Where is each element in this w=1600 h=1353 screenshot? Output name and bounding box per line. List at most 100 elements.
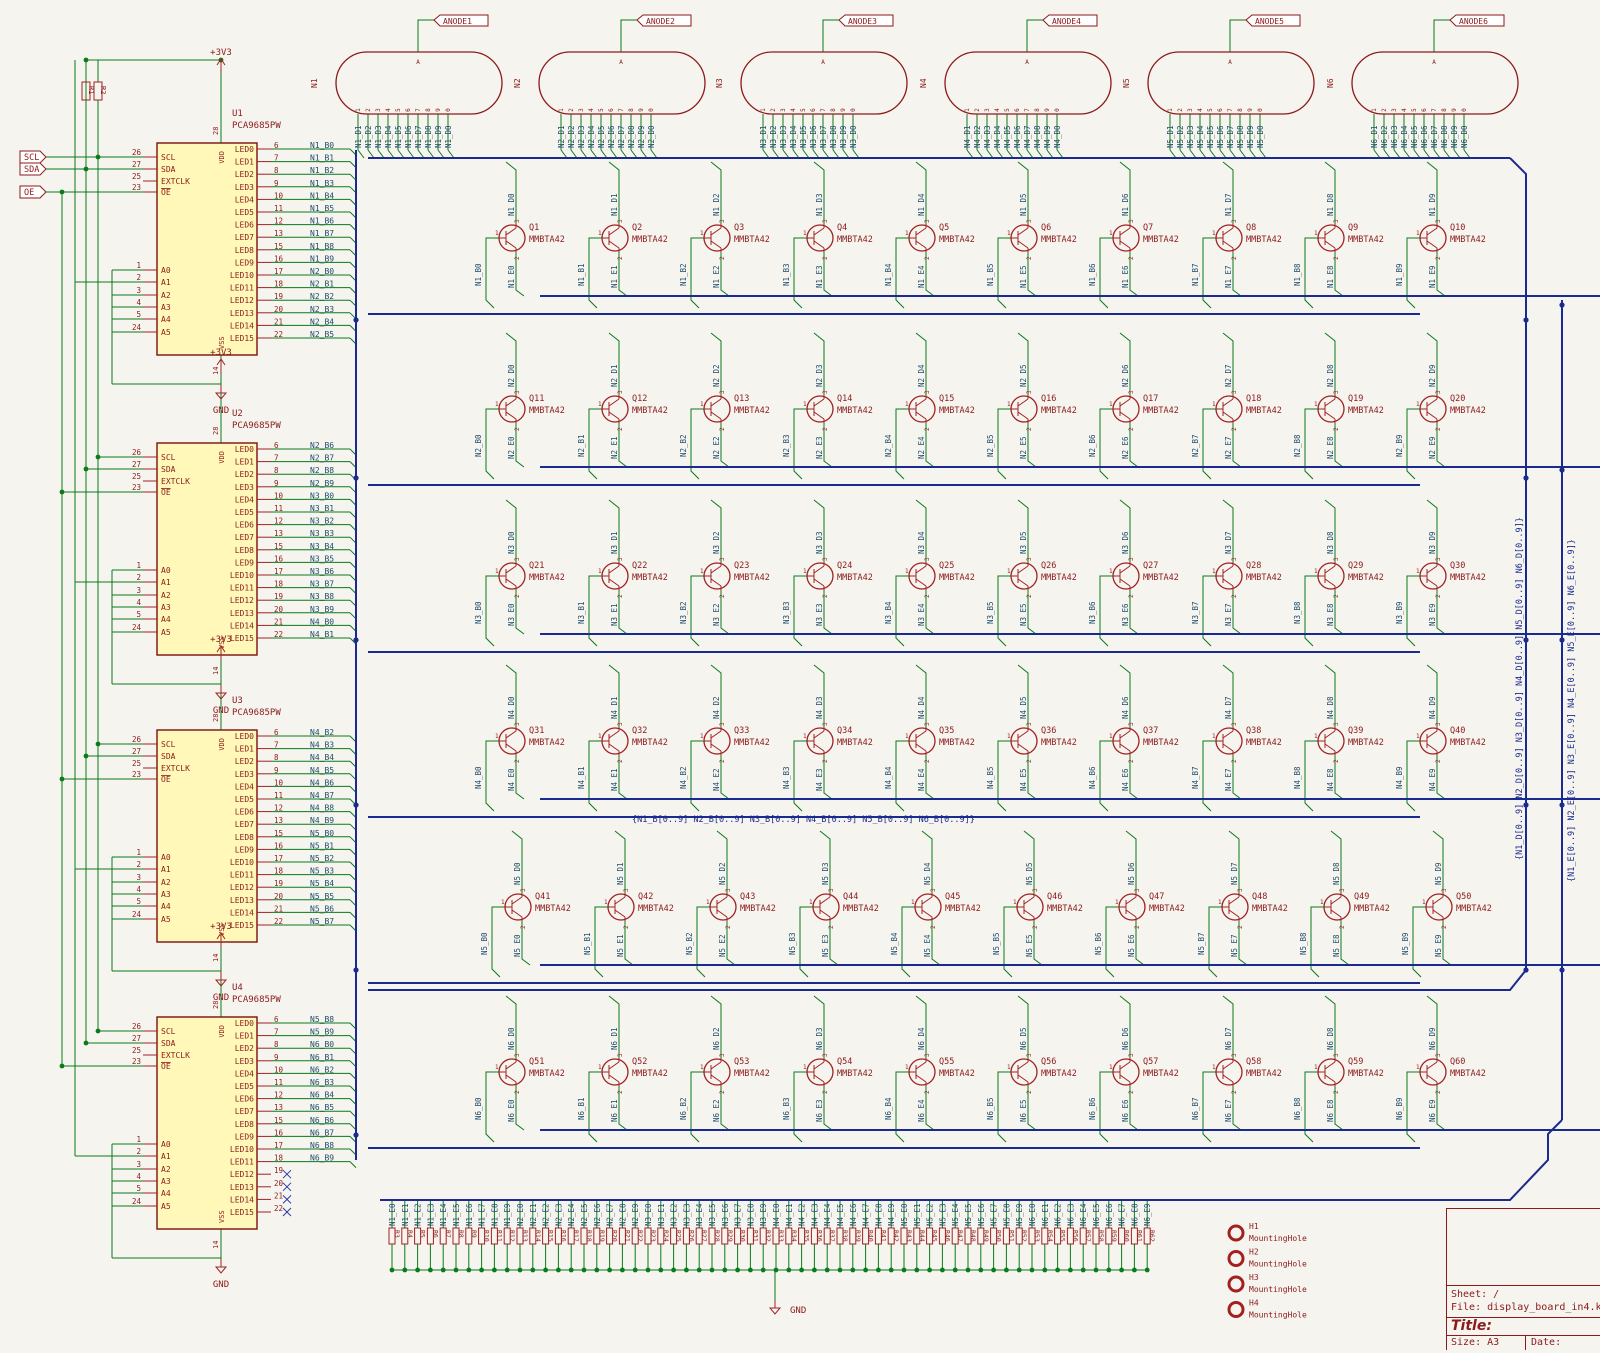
pin-num: 1 [803, 733, 807, 740]
anode-label: ANODE6 [1459, 17, 1488, 26]
base-wire [997, 408, 1012, 480]
transistor-ref: Q25 [939, 561, 954, 571]
transistor-collector [505, 565, 517, 574]
base-net-label: N1_B5 [986, 263, 995, 286]
emitter-net-label: N6_E0 [507, 1099, 516, 1122]
pin-num: 2 [1435, 427, 1442, 431]
transistor-emitter [813, 411, 825, 420]
bus-entry [357, 149, 365, 159]
base-wire [799, 906, 814, 978]
pin-num: 12 [274, 217, 283, 226]
mounting-hole-icon [1227, 1250, 1245, 1267]
transistor-collector [1330, 896, 1342, 905]
transistor-ref: Q54 [837, 1057, 852, 1067]
base-wire [588, 575, 603, 647]
transistor-value: MMBTA42 [529, 1069, 565, 1079]
base-wire [997, 575, 1012, 647]
transistor-ref: Q60 [1450, 1057, 1465, 1067]
collector-net-label: N5_D8 [1332, 862, 1341, 885]
pin-num: 3 [725, 888, 732, 892]
mounting-hole-ref: H2 [1249, 1248, 1259, 1257]
pin-name: LED13 [230, 309, 254, 318]
tube-anode-pin: A [416, 59, 420, 66]
base-net-label: N3_B7 [1191, 601, 1200, 624]
tube-pin-num: 6 [1014, 108, 1021, 112]
collector-net-label: N1_D5 [1019, 193, 1028, 216]
pin-num: 2 [136, 273, 141, 282]
pin-num: 3 [617, 390, 624, 394]
pin-name: LED8 [235, 833, 254, 842]
emitter-net-label: N3_E0 [644, 1203, 653, 1226]
pin-num: 1 [809, 899, 813, 906]
collector-net-label: N2_D0 [507, 364, 516, 387]
transistor-ref: Q23 [734, 561, 749, 571]
emitter-net-label: N5_E6 [977, 1203, 986, 1226]
led-net-label: N5_B1 [310, 841, 334, 850]
tube-pin-num: 6 [608, 108, 615, 112]
pin-num: 20 [274, 1179, 284, 1188]
resistor-ref: R42 [892, 1230, 900, 1242]
base-net-label: N1_B8 [1293, 263, 1302, 286]
pin-num: 2 [1134, 925, 1141, 929]
transistor-emitter [608, 240, 620, 249]
emitter-net-label: N1_E7 [478, 1203, 487, 1226]
schematic-sheet[interactable]: N1 A ANODE1 1 N1_D1 2 N1_D2 3 N1_D3 4 N1_D4 5 N1_D5 6… [0, 0, 1600, 1350]
anode-label: ANODE3 [848, 17, 877, 26]
emitter-net-label: N5_E0 [900, 1203, 909, 1226]
transistor-value: MMBTA42 [529, 406, 565, 416]
bus-entry [792, 149, 800, 159]
pin-num: 21 [274, 904, 283, 913]
pin-num: 3 [1435, 1053, 1442, 1057]
base-wire [1304, 740, 1319, 812]
pin-num: 23 [132, 183, 141, 192]
transistor-value: MMBTA42 [837, 406, 873, 416]
schematic-canvas[interactable]: N1 A ANODE1 1 N1_D1 2 N1_D2 3 N1_D3 4 N1_D4 5 N1_D5 6… [0, 0, 1600, 1349]
pin-num: 2 [1435, 1090, 1442, 1094]
base-net-label: N4_B3 [782, 766, 791, 789]
bus-entry [1189, 149, 1197, 159]
base-wire [690, 1071, 705, 1143]
pin-num: 28 [212, 127, 220, 135]
transistor-ref: Q29 [1348, 561, 1363, 571]
anode-wire [1433, 19, 1450, 52]
size-label: Size: A3 [1451, 1337, 1500, 1348]
pin-num: 1 [1416, 568, 1420, 575]
pin-num: 3 [1128, 1053, 1135, 1057]
transistor-value: MMBTA42 [1348, 738, 1384, 748]
pin-name: LED0 [235, 732, 254, 741]
base-wire [895, 575, 910, 647]
transistor-collector [505, 730, 517, 739]
pin-num: 28 [212, 427, 220, 435]
transistor-value: MMBTA42 [1143, 1069, 1179, 1079]
mounting-hole-icon [1227, 1275, 1245, 1293]
transistor-emitter [1023, 909, 1035, 918]
emitter-net-label: N5_E2 [926, 1203, 935, 1226]
base-net-label: N3_B9 [1395, 601, 1404, 624]
pin-name: A3 [161, 603, 171, 612]
cathode-net-label: N1_D9 [434, 125, 443, 148]
cathode-net-label: N2_D4 [587, 125, 596, 148]
resistor-ref: R21 [623, 1230, 631, 1242]
transistor-collector [505, 1061, 517, 1070]
collector-net-label: N6_D7 [1224, 1027, 1233, 1050]
pin-num: 2 [1435, 594, 1442, 598]
pin-num: 15 [274, 1116, 283, 1125]
bus-entry [650, 149, 658, 159]
base-wire [895, 1071, 910, 1143]
led-net-label: N4_B3 [310, 741, 334, 750]
bus-junction [1559, 802, 1565, 808]
transistor-ref: Q6 [1041, 223, 1051, 233]
pin-num: 3 [1435, 219, 1442, 223]
pin-num: 11 [274, 791, 283, 800]
resistor-ref: R33 [777, 1230, 785, 1242]
led-net-label: N1_B6 [310, 217, 334, 226]
transistor-value: MMBTA42 [529, 573, 565, 583]
tube-anode-pin: A [1228, 59, 1232, 66]
pin-num: 12 [274, 517, 283, 526]
pin-num: 2 [1026, 256, 1033, 260]
resistor-ref: R56 [1071, 1230, 1079, 1242]
led-net-label: N2_B6 [310, 441, 334, 450]
cathode-net-label: N4_D1 [963, 125, 972, 148]
pin-num: 3 [1333, 557, 1340, 561]
base-wire [1099, 237, 1114, 309]
